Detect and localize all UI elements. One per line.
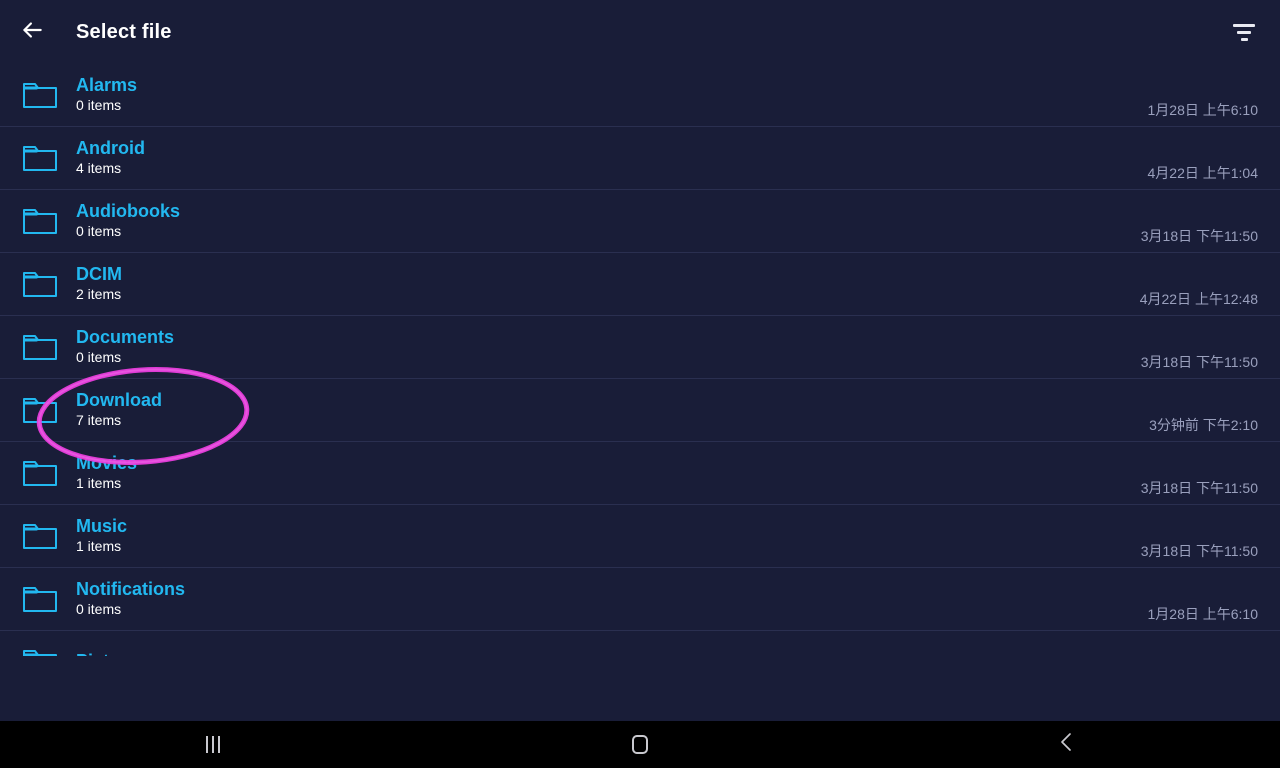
- folder-timestamp: 4月22日 上午1:04: [1147, 165, 1259, 181]
- folder-icon: [22, 269, 58, 299]
- file-list: Alarms 0 items 1月28日 上午6:10 Android 4 items 4…: [0, 64, 1280, 656]
- folder-timestamp: 3月18日 下午11:50: [1140, 480, 1258, 496]
- recent-apps-button[interactable]: [0, 721, 427, 768]
- folder-item-count: 2 items: [76, 285, 122, 302]
- back-button[interactable]: [0, 0, 64, 64]
- folder-item-count: 1 items: [76, 474, 122, 491]
- file-list-row[interactable]: Audiobooks 0 items 3月18日 下午11:50: [0, 190, 1280, 253]
- file-row-text: Alarms 0 items: [76, 74, 1148, 115]
- back-chevron-icon: [1058, 731, 1076, 758]
- folder-name: Pictures: [76, 650, 1258, 656]
- folder-item-count: 0 items: [76, 348, 122, 365]
- folder-name: Download: [76, 389, 162, 410]
- file-list-row[interactable]: Notifications 0 items 1月28日 上午6:10: [0, 568, 1280, 631]
- folder-icon: [22, 80, 58, 110]
- folder-item-count: 4 items: [76, 159, 122, 176]
- folder-icon: [22, 143, 58, 173]
- folder-name: Android: [76, 137, 145, 158]
- file-row-text: Pictures: [76, 650, 1258, 656]
- folder-item-count: 0 items: [76, 600, 122, 617]
- folder-name: Movies: [76, 452, 138, 473]
- folder-item-count: 0 items: [76, 222, 122, 239]
- folder-name: Alarms: [76, 74, 138, 95]
- home-icon: [632, 735, 648, 754]
- folder-name: Notifications: [76, 578, 186, 599]
- folder-timestamp: 3月18日 下午11:50: [1140, 228, 1258, 244]
- file-row-text: Notifications 0 items: [76, 578, 1148, 619]
- app-bar: Select file: [0, 0, 1280, 64]
- folder-timestamp: 3分钟前 下午2:10: [1149, 417, 1258, 433]
- folder-icon: [22, 647, 58, 656]
- file-list-row[interactable]: Pictures: [0, 631, 1280, 656]
- file-list-row[interactable]: Movies 1 items 3月18日 下午11:50: [0, 442, 1280, 505]
- folder-item-count: 0 items: [76, 96, 122, 113]
- file-row-text: Music 1 items: [76, 515, 1141, 556]
- folder-icon: [22, 521, 58, 551]
- system-navigation-bar: [0, 721, 1280, 768]
- folder-icon: [22, 395, 58, 425]
- file-row-text: Movies 1 items: [76, 452, 1141, 493]
- android-file-picker-screen: Select file Alarms 0 items 1月28日 上午6:10 And…: [0, 0, 1280, 768]
- page-title: Select file: [76, 20, 172, 43]
- file-row-text: Audiobooks 0 items: [76, 200, 1141, 241]
- file-list-row[interactable]: Android 4 items 4月22日 上午1:04: [0, 127, 1280, 190]
- file-list-row[interactable]: Documents 0 items 3月18日 下午11:50: [0, 316, 1280, 379]
- folder-icon: [22, 458, 58, 488]
- file-row-text: Download 7 items: [76, 389, 1149, 430]
- file-list-viewport[interactable]: Alarms 0 items 1月28日 上午6:10 Android 4 items 4…: [0, 64, 1280, 656]
- file-row-text: DCIM 2 items: [76, 263, 1140, 304]
- back-nav-button[interactable]: [853, 721, 1280, 768]
- file-row-text: Android 4 items: [76, 137, 1148, 178]
- folder-timestamp: 4月22日 上午12:48: [1139, 291, 1258, 307]
- folder-icon: [22, 332, 58, 362]
- filter-icon: [1232, 23, 1256, 41]
- file-list-row[interactable]: DCIM 2 items 4月22日 上午12:48: [0, 253, 1280, 316]
- folder-icon: [22, 206, 58, 236]
- folder-timestamp: 1月28日 上午6:10: [1147, 102, 1259, 118]
- arrow-left-icon: [19, 17, 45, 48]
- folder-name: Documents: [76, 326, 175, 347]
- file-list-row[interactable]: Alarms 0 items 1月28日 上午6:10: [0, 64, 1280, 127]
- folder-name: Audiobooks: [76, 200, 180, 221]
- recent-apps-icon: [206, 736, 221, 753]
- filter-button[interactable]: [1212, 0, 1276, 64]
- folder-timestamp: 3月18日 下午11:50: [1140, 354, 1258, 370]
- folder-name: DCIM: [76, 263, 122, 284]
- folder-item-count: 7 items: [76, 411, 122, 428]
- file-row-text: Documents 0 items: [76, 326, 1141, 367]
- file-list-row[interactable]: Download 7 items 3分钟前 下午2:10: [0, 379, 1280, 442]
- file-list-row[interactable]: Music 1 items 3月18日 下午11:50: [0, 505, 1280, 568]
- folder-timestamp: 3月18日 下午11:50: [1140, 543, 1258, 559]
- home-button[interactable]: [427, 721, 854, 768]
- folder-name: Music: [76, 515, 128, 536]
- folder-icon: [22, 584, 58, 614]
- folder-item-count: 1 items: [76, 537, 122, 554]
- folder-timestamp: 1月28日 上午6:10: [1147, 606, 1259, 622]
